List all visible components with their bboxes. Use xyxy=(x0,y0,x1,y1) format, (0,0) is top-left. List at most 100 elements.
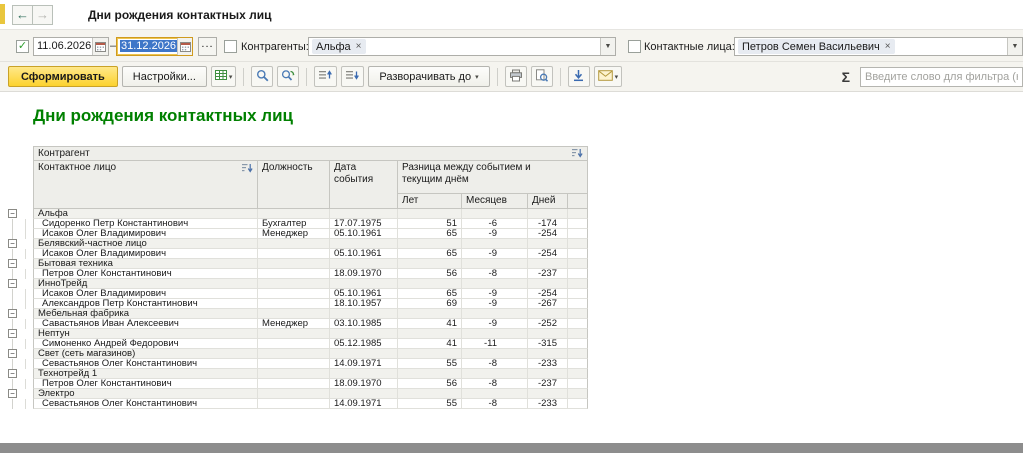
sort-icon xyxy=(572,148,583,161)
back-button[interactable]: ← xyxy=(12,5,33,25)
collapse-groups-button[interactable] xyxy=(314,66,338,87)
tree-gutter: − xyxy=(5,259,33,269)
remove-tag-icon[interactable]: × xyxy=(885,41,891,52)
search-button[interactable] xyxy=(251,66,274,87)
contact-name-cell: Севастьянов Олег Константинович xyxy=(33,359,258,369)
dropdown-arrow-icon[interactable]: ▼ xyxy=(600,38,615,55)
group-cell xyxy=(462,329,528,339)
collapse-group-icon[interactable]: − xyxy=(8,389,17,398)
group-name[interactable]: ИнноТрейд xyxy=(33,279,258,289)
group-cell xyxy=(258,369,330,379)
table-row[interactable]: Петров Олег Константинович 18.09.1970 56 -8… xyxy=(5,379,588,389)
days-cell: -254 xyxy=(528,229,568,239)
contact-name-cell: Петров Олег Константинович xyxy=(33,379,258,389)
toolbar: Сформировать Настройки... ▾ Разворачиват… xyxy=(0,62,1023,92)
search-icon xyxy=(256,69,269,85)
table-row[interactable]: Исаков Олег Владимирович Менеджер 05.10.19… xyxy=(5,229,588,239)
group-name[interactable]: Белявский-частное лицо xyxy=(33,239,258,249)
table-row[interactable]: Исаков Олег Владимирович 05.10.1961 65 -9 -2… xyxy=(5,249,588,259)
collapse-group-icon[interactable]: − xyxy=(8,369,17,378)
group-name[interactable]: Альфа xyxy=(33,209,258,219)
counterparty-tag: Альфа × xyxy=(312,39,366,54)
group-cell xyxy=(398,279,462,289)
forward-button[interactable]: → xyxy=(32,5,53,25)
group-name[interactable]: Электро xyxy=(33,389,258,399)
group-name[interactable]: Бытовая техника xyxy=(33,259,258,269)
group-cell xyxy=(568,329,588,339)
quick-filter-input[interactable] xyxy=(860,66,1023,87)
print-preview-button[interactable] xyxy=(530,66,553,87)
event-date-cell: 05.10.1961 xyxy=(330,289,398,299)
contact-name-cell: Петров Олег Константинович xyxy=(33,269,258,279)
tree-gutter xyxy=(5,359,33,369)
settings-button[interactable]: Настройки... xyxy=(121,66,207,87)
group-name[interactable]: Свет (сеть магазинов) xyxy=(33,349,258,359)
calendar-icon[interactable] xyxy=(177,38,192,55)
table-row[interactable]: Сидоренко Петр Константинович Бухгалтер 17… xyxy=(5,219,588,229)
group-cell xyxy=(398,349,462,359)
table-row[interactable]: Симоненко Андрей Федорович 05.12.1985 41 -1… xyxy=(5,339,588,349)
contact-column-label: Контактное лицо xyxy=(38,162,117,173)
print-button[interactable] xyxy=(504,66,527,87)
event-date-cell: 18.10.1957 xyxy=(330,299,398,309)
counterparties-checkbox[interactable] xyxy=(224,40,237,53)
group-cell xyxy=(330,369,398,379)
back-icon: ← xyxy=(16,7,29,22)
table-row[interactable]: Севастьянов Олег Константинович 14.09.197… xyxy=(5,359,588,369)
calendar-icon[interactable] xyxy=(92,38,108,55)
contacts-field[interactable]: Петров Семен Васильевич × ▼ xyxy=(734,37,1023,56)
dropdown-arrow-icon[interactable]: ▼ xyxy=(1007,38,1022,55)
collapse-group-icon[interactable]: − xyxy=(8,279,17,288)
table-row[interactable]: Севастьянов Олег Константинович 14.09.197… xyxy=(5,399,588,409)
group-cell xyxy=(528,309,568,319)
event-date-cell: 05.12.1985 xyxy=(330,339,398,349)
save-button[interactable] xyxy=(567,66,590,87)
group-column-header[interactable]: Контрагент xyxy=(33,146,588,161)
chevron-down-icon: ▾ xyxy=(614,73,619,81)
group-row: − ИнноТрейд xyxy=(5,279,588,289)
expand-groups-button[interactable] xyxy=(341,66,365,87)
contact-column-header[interactable]: Контактное лицо xyxy=(33,161,258,209)
group-cell xyxy=(330,349,398,359)
date-to-field[interactable]: 31.12.2026 xyxy=(116,37,193,56)
group-cell xyxy=(398,389,462,399)
counterparties-field[interactable]: Альфа × ▼ xyxy=(308,37,616,56)
table-row[interactable]: Александров Петр Константинович 18.10.195… xyxy=(5,299,588,309)
report-area: Дни рождения контактных лиц Контрагент К… xyxy=(0,92,1023,443)
collapse-group-icon[interactable]: − xyxy=(8,329,17,338)
report-table: Контрагент Контактное лицо Должность Дат… xyxy=(5,146,588,409)
group-cell xyxy=(330,239,398,249)
send-mail-button[interactable]: ▾ xyxy=(593,66,623,87)
group-name[interactable]: Технотрейд 1 xyxy=(33,369,258,379)
generate-button[interactable]: Сформировать xyxy=(8,66,118,87)
group-cell xyxy=(462,309,528,319)
table-row[interactable]: Петров Олег Константинович 18.09.1970 56 -8… xyxy=(5,269,588,279)
expand-to-label: Разворачивать до xyxy=(379,70,472,83)
collapse-group-icon[interactable]: − xyxy=(8,349,17,358)
period-checkbox[interactable]: ✓ xyxy=(16,40,29,53)
group-name[interactable]: Нептун xyxy=(33,329,258,339)
group-cell xyxy=(528,279,568,289)
contact-name-cell: Севастьянов Олег Константинович xyxy=(33,399,258,409)
position-cell xyxy=(258,339,330,349)
collapse-group-icon[interactable]: − xyxy=(8,259,17,268)
collapse-group-icon[interactable]: − xyxy=(8,239,17,248)
table-row[interactable]: Савастьянов Иван Алексеевич Менеджер 03.10… xyxy=(5,319,588,329)
table-row[interactable]: Исаков Олег Владимирович 05.10.1961 65 -9 -2… xyxy=(5,289,588,299)
group-cell xyxy=(568,209,588,219)
period-more-button[interactable]: ... xyxy=(198,37,217,56)
collapse-group-icon[interactable]: − xyxy=(8,309,17,318)
group-name[interactable]: Мебельная фабрика xyxy=(33,309,258,319)
position-column-label: Должность xyxy=(262,162,313,173)
report-table-body: − Альфа Сидоренко Петр Константинович Бухга… xyxy=(5,209,588,409)
report-variant-button[interactable]: ▾ xyxy=(210,66,237,87)
contacts-checkbox[interactable] xyxy=(628,40,641,53)
autosum-button[interactable]: Σ xyxy=(836,69,856,85)
expand-to-button[interactable]: Разворачивать до ▾ xyxy=(368,66,490,87)
collapse-group-icon[interactable]: − xyxy=(8,209,17,218)
remove-tag-icon[interactable]: × xyxy=(356,41,362,52)
search-repeat-button[interactable] xyxy=(277,66,300,87)
date-from-field[interactable]: 11.06.2026 xyxy=(33,37,109,56)
days-column-header: Дней xyxy=(528,194,568,209)
counterparty-tag-label: Альфа xyxy=(316,40,351,53)
